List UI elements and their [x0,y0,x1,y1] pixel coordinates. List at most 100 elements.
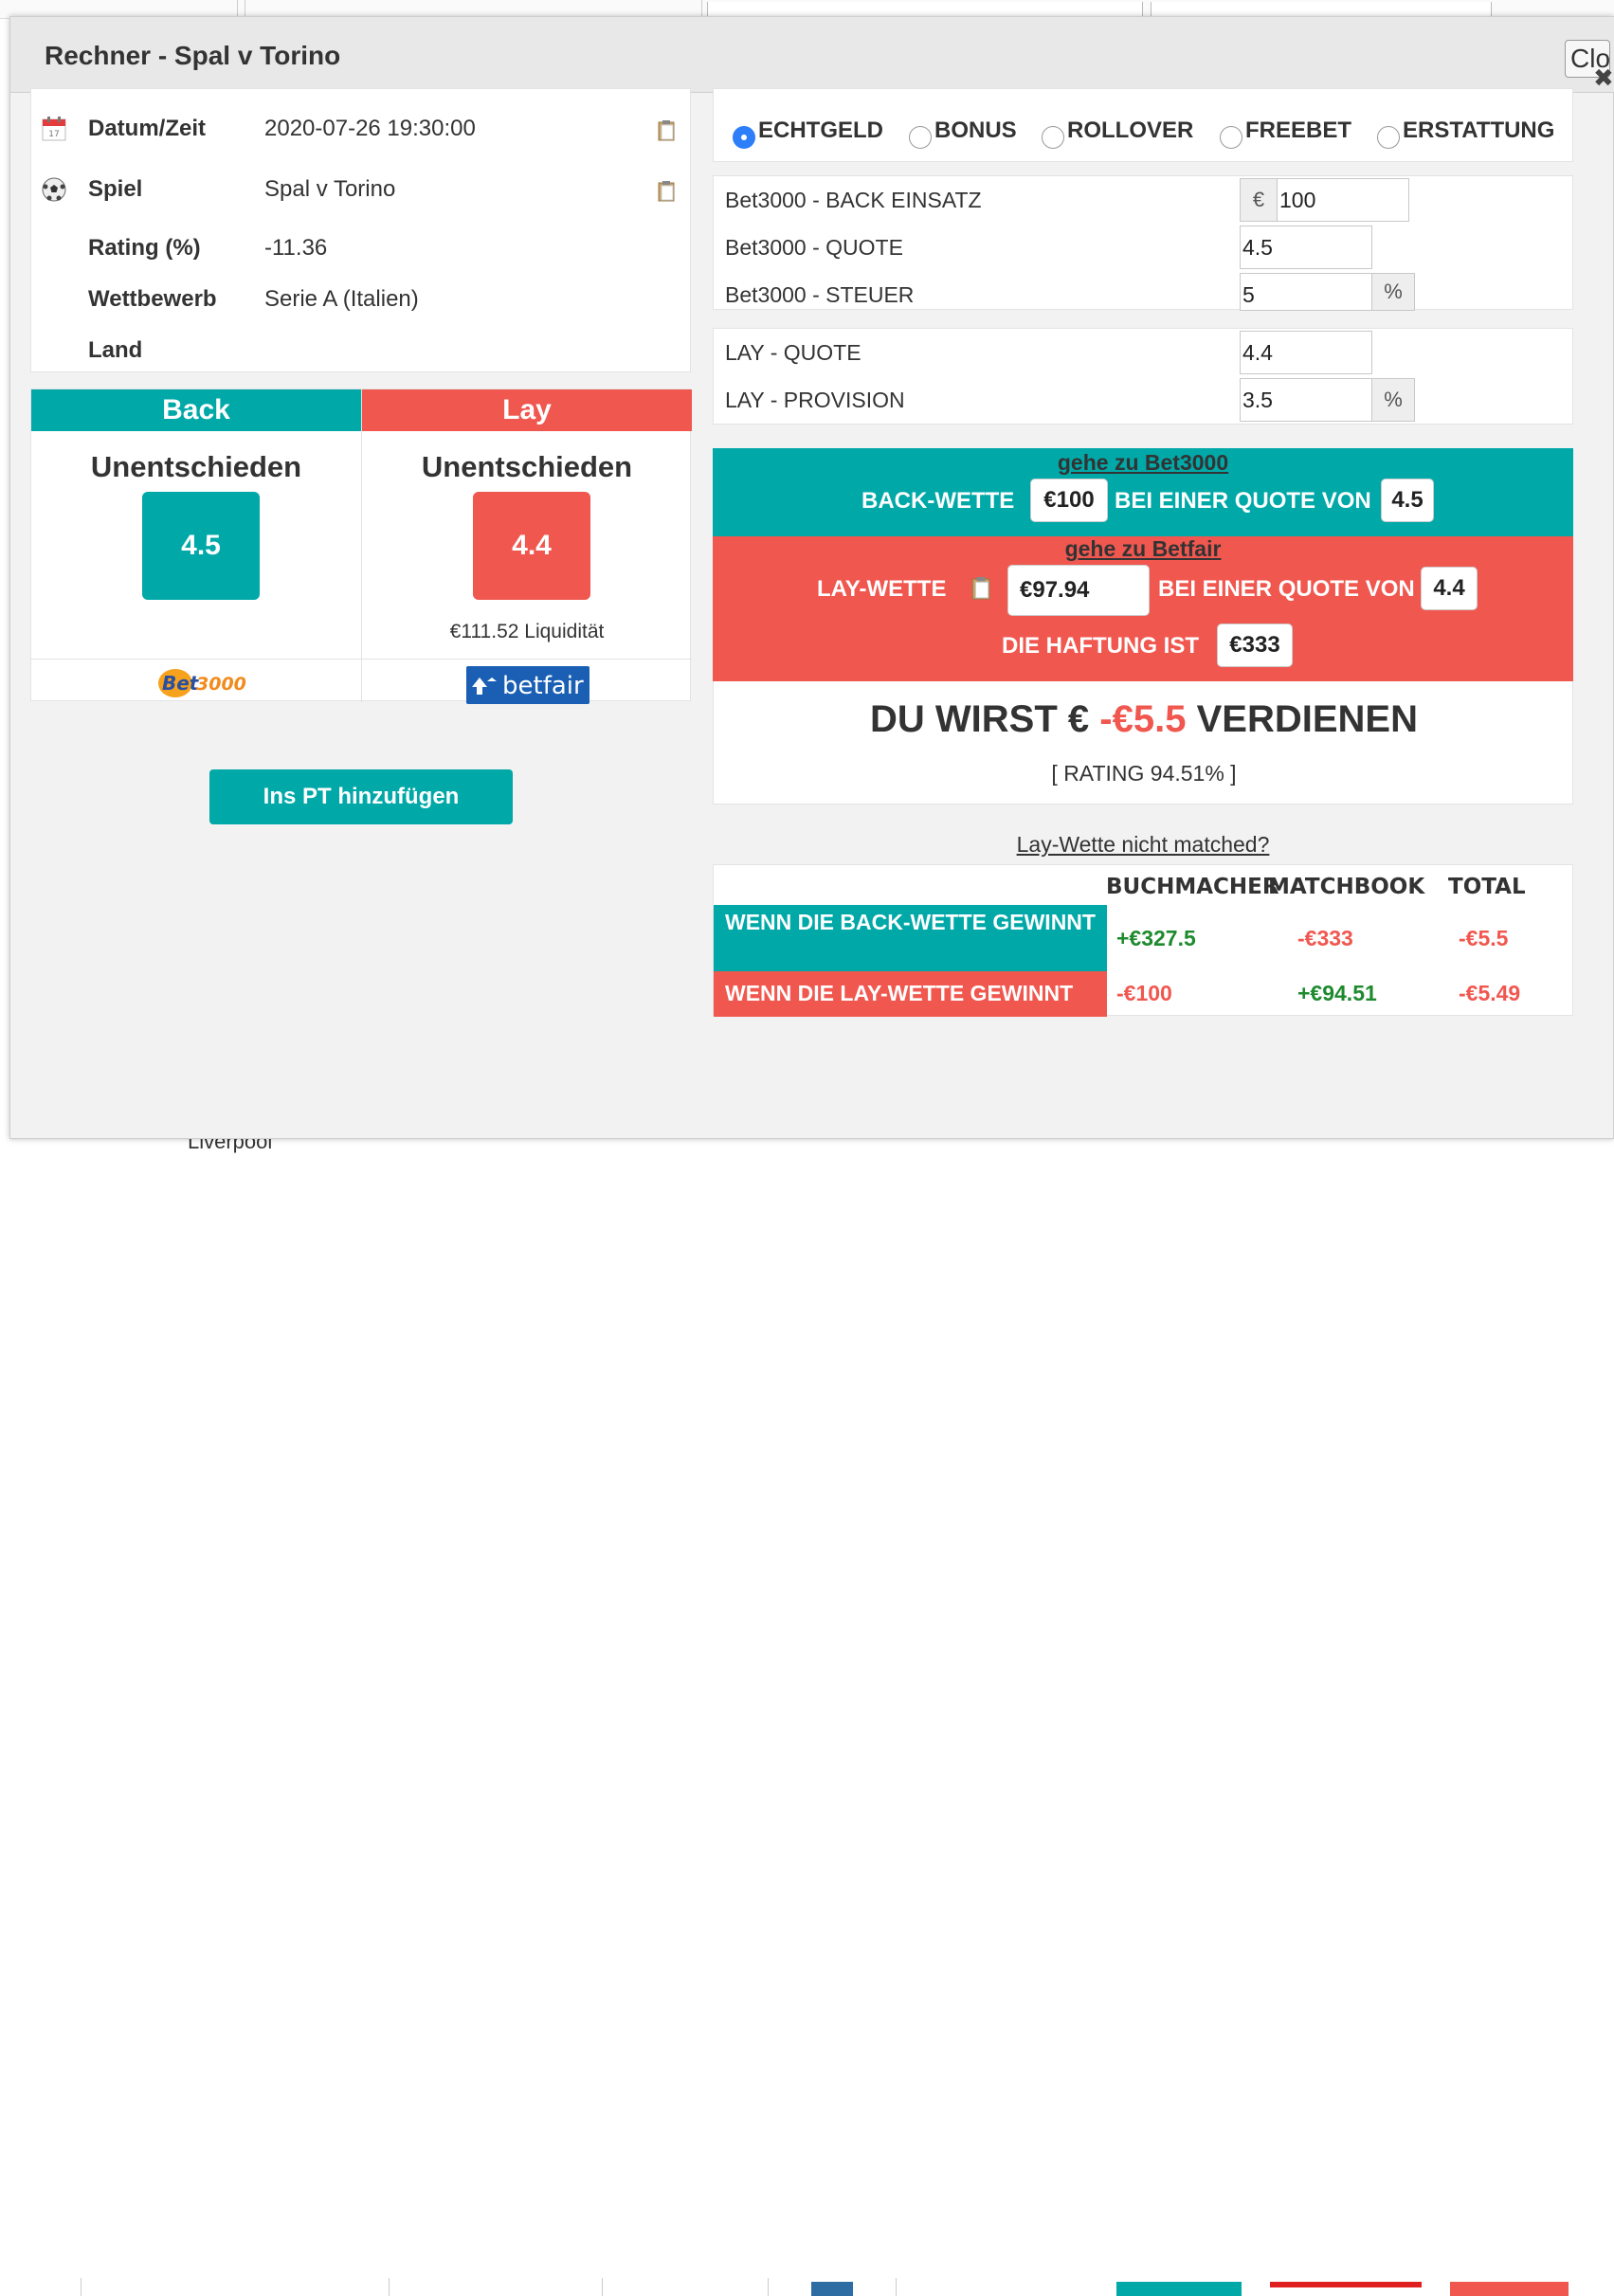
column-divider [361,389,362,702]
row-label-back-wins: WENN DIE BACK-WETTE GEWINNT [714,905,1107,971]
back-odds-label: Bet3000 - QUOTE [725,235,903,260]
lay-bet-label: LAY-WETTE [817,576,947,602]
back-lay-panel: Back Lay Unentschieden 4.5 Unentschieden… [30,389,692,704]
radio-unselected-icon[interactable] [1377,125,1400,149]
rating-label: Rating (%) [88,235,201,261]
back-tax-input[interactable]: 5 [1240,273,1372,311]
back-stake-input[interactable]: 100 [1277,178,1409,222]
lay-header: Lay [362,389,692,431]
liability-box: €333 [1217,624,1293,667]
back-odds-button[interactable]: 4.5 [142,492,260,600]
bg-divider [389,2278,390,2296]
goto-bet3000-link[interactable]: gehe zu Bet3000 [713,450,1573,476]
profit-amount: -€5.5 [1099,698,1187,740]
modal-header: Rechner - Spal v Torino Clo ✖ [10,17,1614,93]
rating-value: -11.36 [264,235,328,261]
lay-odds-button[interactable]: 4.4 [473,492,590,600]
lay-wins-matchbook: +€94.51 [1297,981,1377,1005]
lay-stake-input[interactable]: €97.94 [1007,565,1150,616]
bg-lay-block [1450,2282,1569,2296]
goto-betfair-link[interactable]: gehe zu Betfair [713,536,1573,562]
header-total: TOTAL [1448,875,1526,899]
betfair-logo-text: betfair [502,672,584,700]
info-row-datetime: 17 Datum/Zeit 2020-07-26 19:30:00 [31,112,692,150]
svg-text:17: 17 [48,130,59,139]
bg-back-block [1116,2282,1242,2296]
profit-prefix: DU WIRST € [870,698,1090,740]
euro-addon: € [1240,178,1278,222]
lay-at-odds-label: BEI EINER QUOTE VON [1158,576,1415,602]
profit-rating: [ RATING 94.51% ] [1051,761,1237,786]
row-divider [31,659,692,660]
lay-wins-bookmaker: -€100 [1116,981,1172,1005]
calendar-icon: 17 [42,117,66,141]
bg-divider [602,2278,603,2296]
betfair-logo[interactable]: betfair [466,666,589,704]
modal-title: Rechner - Spal v Torino [45,41,341,70]
bg-divider [896,2278,897,2296]
competition-label: Wettbewerb [88,286,217,312]
radio-echtgeld[interactable]: ECHTGELD [733,118,883,149]
lay-odds-input[interactable]: 4.4 [1240,331,1372,374]
back-wins-total: -€5.5 [1459,926,1509,950]
back-bet-label: BACK-WETTE [861,488,1015,514]
soccer-ball-icon [42,177,66,202]
close-x-icon[interactable]: ✖ [1593,63,1614,93]
back-header: Back [31,389,361,431]
bg-lay-block [1270,2282,1422,2287]
radio-label: ROLLOVER [1067,118,1194,143]
copy-icon[interactable] [970,574,991,603]
add-to-pt-button[interactable]: Ins PT hinzufügen [209,769,513,824]
info-row-rating: Rating (%) -11.36 [31,231,692,269]
lay-unmatched-link[interactable]: Lay-Wette nicht matched? [713,832,1573,858]
profit-result-panel: DU WIRST € -€5.5 VERDIENEN [ RATING 94.5… [713,681,1573,805]
lay-liquidity: €111.52 Liquidität [449,621,605,642]
copy-icon[interactable] [657,119,676,142]
country-label: Land [88,337,143,363]
radio-rollover[interactable]: ROLLOVER [1042,118,1194,149]
back-fields-panel: Bet3000 - BACK EINSATZ € 100 Bet3000 - Q… [713,175,1573,311]
radio-unselected-icon[interactable] [1220,125,1242,149]
radio-selected-icon[interactable] [733,125,755,149]
back-odds-input[interactable]: 4.5 [1240,226,1372,269]
back-odds-box: 4.5 [1381,479,1434,522]
bet3000-logo-graphic: Bet 3000 [158,669,246,697]
outcome-table: BUCHMACHER MATCHBOOK TOTAL WENN DIE BACK… [713,864,1573,1017]
bg-divider [81,2278,82,2296]
info-row-match: Spiel Spal v Torino [31,172,692,210]
radio-bonus[interactable]: BONUS [909,118,1017,149]
back-column: Unentschieden 4.5 [31,431,361,659]
percent-addon: % [1371,273,1415,311]
lay-commission-label: LAY - PROVISION [725,388,905,412]
radio-label: BONUS [934,118,1017,143]
radio-unselected-icon[interactable] [909,125,932,149]
liability-label: DIE HAFTUNG IST [1002,633,1199,659]
info-row-country: Land [31,334,692,371]
competition-value: Serie A (Italien) [264,286,419,312]
back-wins-bookmaker: +€327.5 [1116,926,1196,950]
profit-summary: DU WIRST € -€5.5 VERDIENEN [714,698,1574,741]
info-row-competition: Wettbewerb Serie A (Italien) [31,282,692,320]
bet-type-panel: ECHTGELD BONUS ROLLOVER FREEBET ERSTATTU… [713,88,1573,162]
radio-label: ECHTGELD [758,118,883,143]
lay-column: Unentschieden 4.4 €111.52 Liquidität [362,431,692,659]
radio-unselected-icon[interactable] [1042,125,1064,149]
radio-label: FREEBET [1245,118,1352,143]
back-at-odds-label: BEI EINER QUOTE VON [1115,488,1371,514]
back-stake-label: Bet3000 - BACK EINSATZ [725,188,982,212]
event-info-panel: 17 Datum/Zeit 2020-07-26 19:30:00 Spiel … [30,88,691,372]
lay-commission-input[interactable]: 3.5 [1240,378,1372,422]
bet3000-logo[interactable]: Bet 3000 [156,666,249,700]
percent-addon: % [1371,378,1415,422]
bg-divider [768,2278,769,2296]
lay-wins-total: -€5.49 [1459,981,1521,1005]
profit-suffix: VERDIENEN [1196,698,1418,740]
copy-icon[interactable] [657,180,676,203]
radio-label: ERSTATTUNG [1403,118,1555,143]
back-stake-box: €100 [1030,479,1108,522]
match-value: Spal v Torino [264,176,396,202]
radio-erstattung[interactable]: ERSTATTUNG [1377,118,1555,149]
datetime-label: Datum/Zeit [88,116,207,141]
header-matchbook: MATCHBOOK [1268,875,1425,899]
radio-freebet[interactable]: FREEBET [1220,118,1352,149]
